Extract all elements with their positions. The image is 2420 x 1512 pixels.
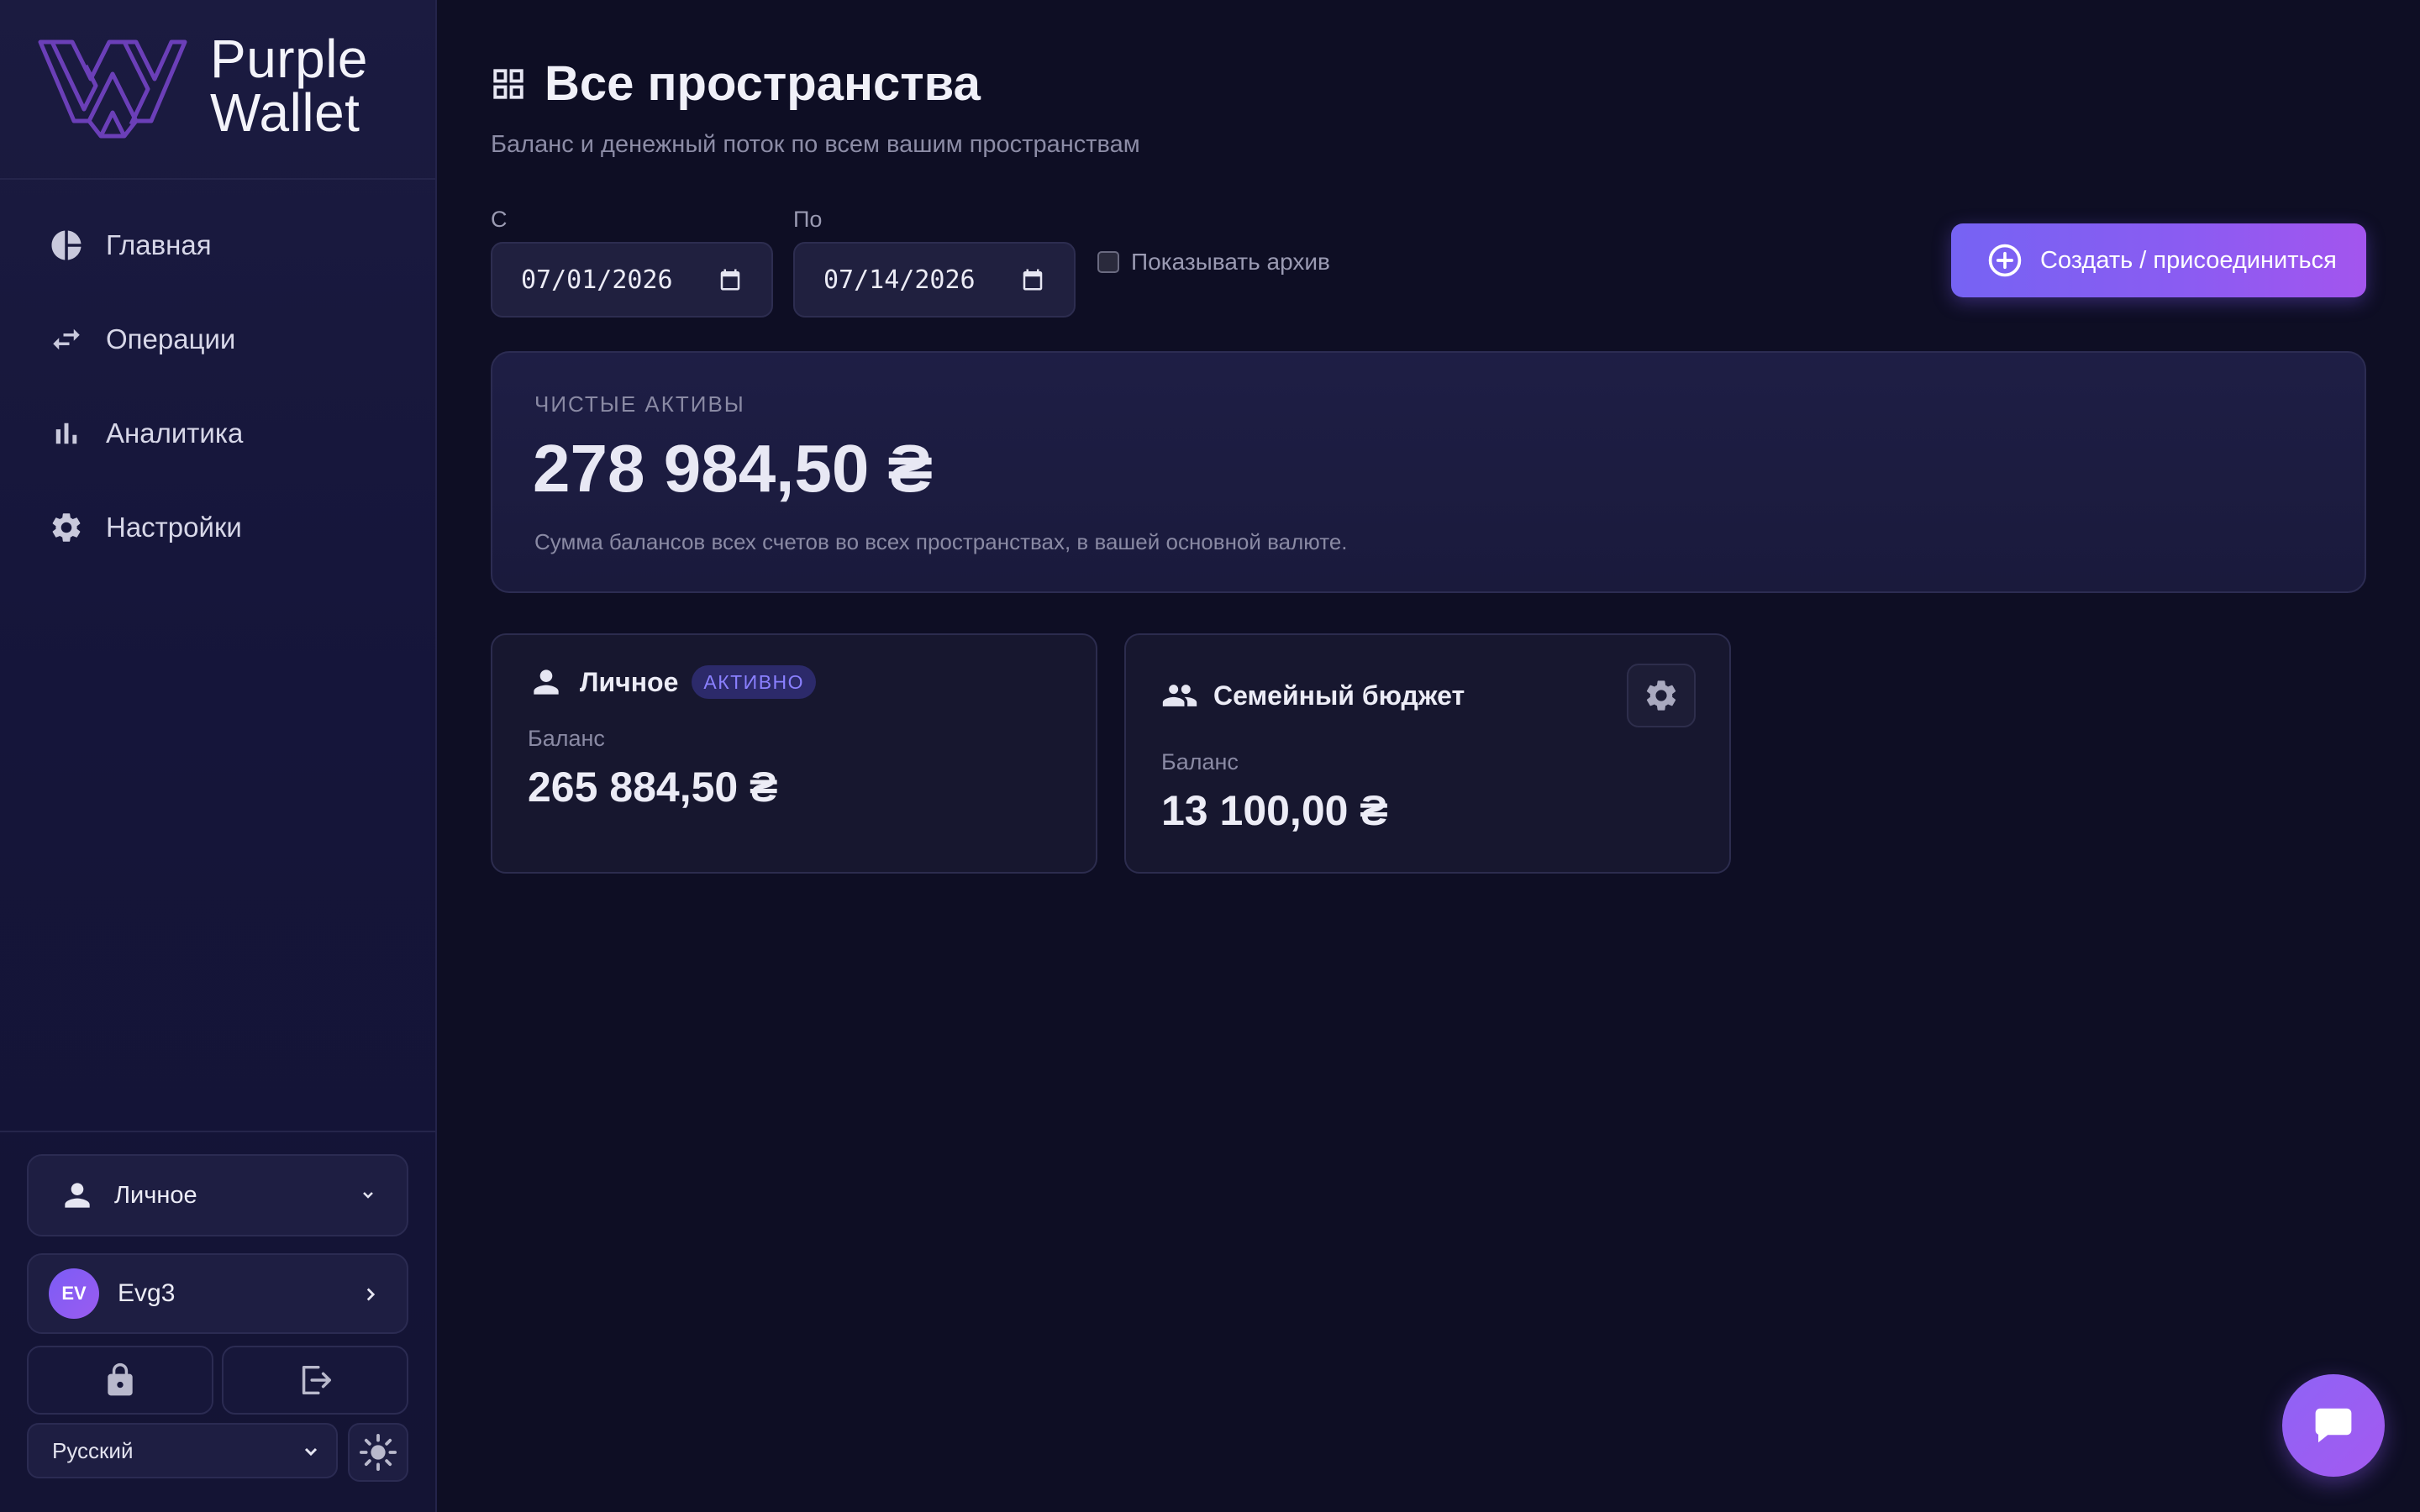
chat-bubble-icon [2315,1408,2352,1443]
chevron-down-icon [363,1192,373,1199]
nav-item-label: Настройки [106,512,242,543]
page-title-text: Все пространства [544,56,981,111]
logo[interactable]: Purple Wallet [0,0,435,180]
user-profile-button[interactable]: EV Evg3 [27,1253,408,1334]
show-archive-toggle[interactable]: Показывать архив [1097,249,1330,276]
date-to-label: По [793,207,823,232]
space-balance-label: Баланс [528,726,605,751]
avatar: EV [49,1268,99,1319]
logo-line-1: Purple [210,29,368,89]
page-subtitle: Баланс и денежный поток по всем вашим пр… [491,131,1140,158]
main-content: Все пространства Баланс и денежный поток… [437,0,2420,1512]
space-selector-label: Личное [114,1181,197,1209]
status-badge: АКТИВНО [692,665,817,699]
show-archive-checkbox[interactable] [1097,251,1119,273]
net-assets-caption: ЧИСТЫЕ АКТИВЫ [534,391,745,417]
sidebar: Purple Wallet Главная Операции Аналитика [0,0,437,1512]
space-card-header: Семейный бюджет [1161,677,1465,714]
space-settings-button[interactable] [1627,664,1696,727]
transfer-arrows-icon [45,318,87,360]
space-card-family[interactable]: Семейный бюджет Баланс 13 100,00 ₴ [1124,633,1731,874]
language-value: Русский [52,1437,134,1463]
net-assets-description: Сумма балансов всех счетов во всех прост… [534,529,1348,554]
date-to-value: 07/14/2026 [823,265,976,295]
space-name: Личное [580,666,679,697]
chat-button[interactable] [2282,1374,2385,1477]
net-assets-card: ЧИСТЫЕ АКТИВЫ 278 984,50 ₴ Сумма балансо… [491,351,2366,593]
nav-item-analytics[interactable]: Аналитика [25,398,412,469]
pie-chart-icon [45,224,87,266]
net-assets-amount: 278 984,50 ₴ [533,431,933,506]
gear-icon [45,507,87,549]
grid-icon [493,68,523,99]
date-to-input[interactable]: 07/14/2026 [793,242,1076,318]
show-archive-label: Показывать архив [1131,249,1330,275]
space-balance: 13 100,00 ₴ [1161,787,1388,834]
nav-item-label: Операции [106,323,236,354]
chevron-down-icon [304,1447,318,1457]
user-name: Evg3 [118,1279,176,1307]
logo-line-2: Wallet [210,82,360,143]
nav-item-settings[interactable]: Настройки [25,492,412,563]
logout-button[interactable] [222,1346,408,1415]
nav-item-operations[interactable]: Операции [25,304,412,375]
sidebar-footer: Личное EV Evg3 Русский [0,1131,435,1512]
create-join-button[interactable]: Создать / присоединиться [1951,223,2366,297]
nav-item-label: Аналитика [106,417,244,449]
theme-toggle-button[interactable] [348,1423,408,1482]
create-join-label: Создать / присоединиться [2040,246,2337,274]
nav-item-label: Главная [106,229,212,260]
gear-icon [1646,680,1676,711]
calendar-icon[interactable] [1020,267,1045,292]
logout-icon [302,1365,331,1395]
nav-item-home[interactable]: Главная [25,210,412,281]
sun-icon [359,1433,397,1472]
calendar-icon[interactable] [718,267,743,292]
wallet-logo-icon [38,39,187,139]
chevron-right-icon [366,1288,376,1301]
date-from-value: 07/01/2026 [521,265,673,295]
bar-chart-icon [45,412,87,454]
date-from-input[interactable]: 07/01/2026 [491,242,773,318]
group-icon [1162,685,1197,706]
language-select[interactable]: Русский [27,1423,338,1478]
space-card-personal[interactable]: Личное АКТИВНО Баланс 265 884,50 ₴ [491,633,1097,874]
space-balance: 265 884,50 ₴ [528,764,778,811]
person-icon [534,669,559,695]
logo-text: Purple Wallet [210,32,368,139]
date-from-label: С [491,207,508,232]
lock-icon [108,1362,133,1396]
lock-button[interactable] [27,1346,213,1415]
person-icon [65,1183,90,1208]
space-name: Семейный бюджет [1213,680,1465,711]
space-balance-label: Баланс [1161,749,1239,774]
page-title: Все пространства [491,55,981,112]
plus-circle-icon [1988,244,2022,277]
space-card-header: Личное АКТИВНО [528,664,817,701]
space-selector[interactable]: Личное [27,1154,408,1236]
